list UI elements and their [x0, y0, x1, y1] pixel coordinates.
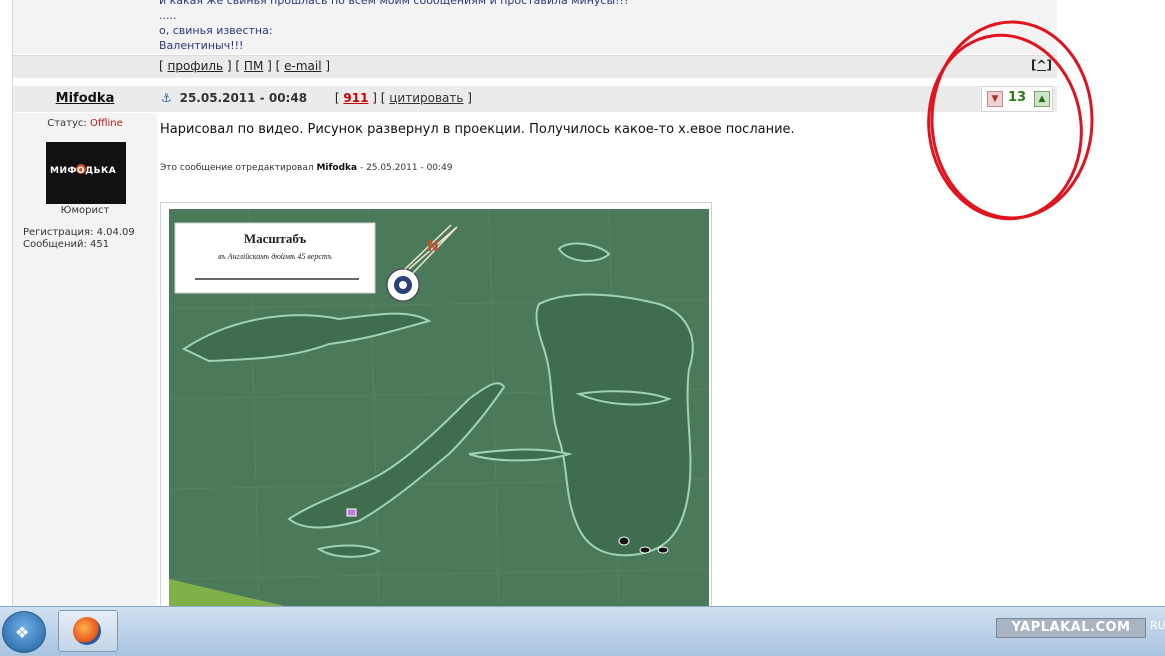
bracket: ] [: [263, 59, 285, 73]
edited-note: Это сообщение отредактировал Mifodka - 2…: [160, 163, 453, 173]
previous-post-links-bar: [ профиль ] [ ПМ ] [ e-mail ] [^]: [13, 55, 1057, 79]
previous-post-line: .....: [159, 9, 177, 22]
post-text: Нарисовал по видео. Рисунок развернул в …: [160, 122, 795, 137]
compass-rose-icon: N: [386, 224, 458, 302]
author-status: Статус: Offline: [13, 118, 157, 129]
island-small-4: [468, 448, 573, 462]
previous-post-line: и какая же свинья прошлась по всем моим …: [159, 0, 629, 7]
post-body: Нарисовал по видео. Рисунок развернул в …: [158, 113, 1057, 606]
avatar-text: МИФОДЬКА: [50, 166, 117, 176]
post-header-bar: Mifodka ⚓ 25.05.2011 - 00:48 [ 911 ] [ ц…: [13, 86, 1057, 112]
post-separator: [13, 78, 1057, 86]
start-button[interactable]: ❖: [2, 611, 46, 653]
post-date: 25.05.2011 - 00:48: [179, 91, 308, 105]
page-margin: [1057, 0, 1165, 606]
firefox-icon: [73, 617, 101, 645]
rating-widget: ▼ 13 ▲: [981, 86, 1053, 112]
previous-post-body: и какая же свинья прошлась по всем моим …: [13, 0, 1057, 54]
island-small-2: [316, 544, 382, 558]
thumbs-down-icon[interactable]: ▼: [987, 91, 1003, 107]
post-meta: ⚓ 25.05.2011 - 00:48 [ 911 ] [ цитироват…: [161, 91, 472, 105]
user-links: [ профиль ] [ ПМ ] [ e-mail ]: [159, 59, 330, 73]
anchor-icon[interactable]: ⚓: [161, 91, 172, 105]
island-west: [181, 312, 432, 363]
message-count: Сообщений: 451: [23, 239, 110, 250]
island-east: [535, 293, 694, 557]
bracket: [: [159, 59, 168, 73]
profile-link[interactable]: профиль: [168, 59, 224, 73]
language-indicator[interactable]: RU: [1150, 619, 1165, 632]
pm-link[interactable]: ПМ: [244, 59, 263, 73]
email-link[interactable]: e-mail: [284, 59, 321, 73]
forum-page: и какая же свинья прошлась по всем моим …: [12, 0, 1058, 606]
windows-logo-icon: ❖: [15, 623, 30, 642]
scroll-top-button[interactable]: [^]: [1031, 58, 1052, 72]
post-image-frame: Масштабъ въ Англійскомъ дюймѣ 45 верстъ …: [160, 202, 712, 606]
previous-post-line: Валентиныч!!!: [159, 39, 244, 52]
post-number-link[interactable]: 911: [343, 91, 368, 105]
bracket: ]: [321, 59, 331, 73]
windows-taskbar: ❖ YAPLAKAL.COM RU: [0, 606, 1165, 656]
bracket: ] [: [368, 91, 390, 105]
rating-value: 13: [1008, 90, 1027, 105]
map-scale-title: Масштабъ: [244, 231, 307, 246]
bracket: ] [: [223, 59, 244, 73]
map-drawing: Масштабъ въ Англійскомъ дюймѣ 45 верстъ …: [169, 209, 709, 606]
author-info-column: Статус: Offline МИФОДЬКА Юморист Регистр…: [13, 113, 157, 606]
registration-date: Регистрация: 4.04.09: [23, 227, 135, 238]
edited-author: Mifodka: [316, 163, 358, 173]
author-rank: Юморист: [60, 205, 110, 216]
yaplakal-watermark: YAPLAKAL.COM: [996, 618, 1146, 638]
thumbs-up-icon[interactable]: ▲: [1034, 91, 1050, 107]
avatar[interactable]: МИФОДЬКА: [46, 142, 126, 204]
bracket: ]: [463, 91, 472, 105]
svg-text:N: N: [427, 239, 439, 255]
island-small-1: [557, 242, 611, 262]
quote-link[interactable]: цитировать: [389, 91, 463, 105]
previous-post-text: и какая же свинья прошлась по всем моим …: [159, 0, 628, 53]
edited-prefix: Это сообщение отредактировал: [160, 163, 317, 173]
post-image-map[interactable]: Масштабъ въ Англійскомъ дюймѣ 45 верстъ …: [169, 209, 709, 606]
author-stats: Регистрация: 4.04.09 Сообщений: 451: [23, 227, 135, 251]
status-value: Offline: [89, 118, 123, 129]
previous-post-line: о, свинья известна:: [159, 24, 273, 37]
taskbar-firefox-button[interactable]: [58, 610, 118, 652]
author-name-link[interactable]: Mifodka: [13, 91, 157, 106]
map-scale-subtitle: въ Англійскомъ дюймѣ 45 верстъ: [218, 252, 332, 261]
edited-date: - 25.05.2011 - 00:49: [357, 163, 453, 173]
status-label: Статус:: [47, 118, 90, 129]
